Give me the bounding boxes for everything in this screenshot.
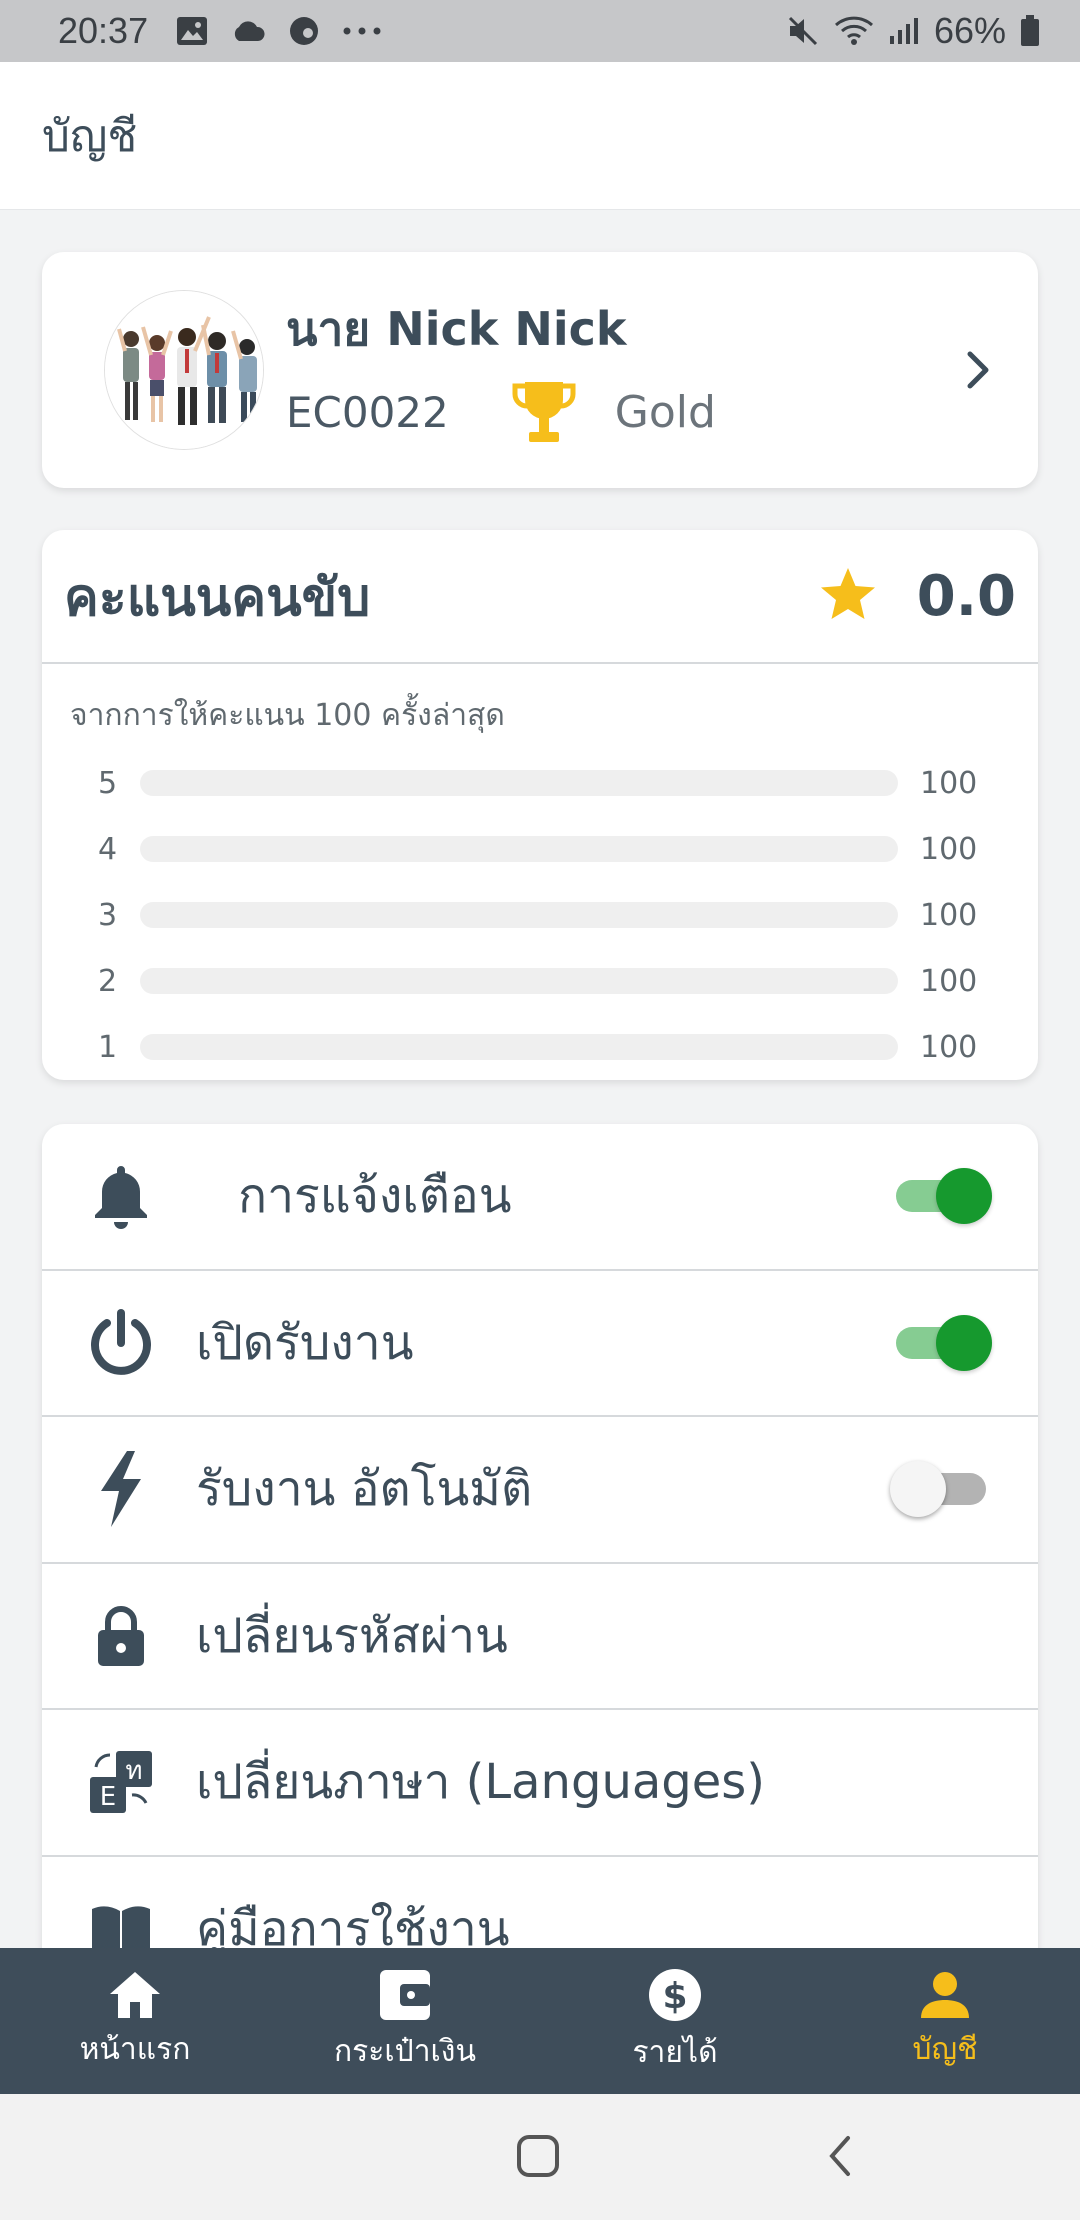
more-dots-icon (343, 27, 381, 35)
profile-meta: EC0022 Gold (286, 378, 958, 448)
nav-label: รายได้ (632, 2034, 718, 2070)
setting-label: รับงาน อัตโนมัติ (196, 1461, 533, 1518)
rating-bar-value: 100 (920, 897, 978, 933)
rating-subtitle: จากการให้คะแนน 100 ครั้งล่าสุด (70, 698, 505, 733)
setting-accept-jobs[interactable]: เปิดรับงาน (42, 1271, 1038, 1417)
trophy-icon (511, 378, 577, 448)
avatar (104, 290, 264, 450)
rating-bar-value: 100 (920, 765, 978, 801)
status-time: 20:37 (58, 10, 149, 51)
rating-bar-label: 3 (98, 897, 118, 933)
rating-score: 0.0 (916, 563, 1016, 629)
home-icon (110, 1971, 160, 2018)
rating-bar-row: 1 100 (42, 1014, 1038, 1080)
wallet-icon (380, 1969, 430, 2020)
system-nav-bar (0, 2094, 1080, 2220)
status-right-icons: 66% (786, 10, 1040, 52)
bottom-nav: หน้าแรก กระเป๋าเงิน $ รายได้ บัญชี (0, 1948, 1080, 2094)
person-icon (921, 1971, 969, 2018)
setting-notifications[interactable]: การแจ้งเตือน (42, 1124, 1038, 1271)
nav-label: กระเป๋าเงิน (334, 2033, 476, 2069)
setting-label: เปิดรับงาน (196, 1314, 414, 1371)
setting-change-password[interactable]: เปลี่ยนรหัสผ่าน (42, 1564, 1038, 1710)
profile-name: นาย Nick Nick (286, 301, 627, 356)
chevron-right-icon[interactable] (958, 340, 998, 400)
svg-text:$: $ (662, 1976, 687, 2017)
app-bar: บัญชี (0, 62, 1080, 210)
rating-bar-value: 100 (920, 831, 978, 867)
status-left-icons (176, 15, 382, 47)
page-title: บัญชี (42, 110, 138, 162)
rating-bar-label: 2 (98, 963, 118, 999)
profile-info: นาย Nick Nick EC0022 Gold (286, 293, 958, 448)
home-square-icon[interactable] (516, 2134, 560, 2182)
nav-income[interactable]: $ รายได้ (540, 1948, 810, 2094)
rating-bar (140, 836, 898, 862)
battery-icon (1021, 15, 1039, 46)
driver-rating-card: คะแนนคนขับ 0.0 จากการให้คะแนน 100 ครั้งล… (42, 530, 1038, 1080)
rating-bar-label: 1 (98, 1029, 118, 1065)
settings-list: การแจ้งเตือน เปิดรับงาน รับงาน อัตโนมัติ… (42, 1124, 1038, 1984)
bell-icon (82, 1157, 160, 1235)
battery-percent: 66% (933, 10, 1006, 51)
app-icon (290, 17, 319, 45)
svg-text:ท: ท (125, 1756, 142, 1786)
lightning-icon (82, 1450, 160, 1528)
nav-wallet[interactable]: กระเป๋าเงิน (270, 1948, 540, 2094)
power-icon (82, 1304, 160, 1382)
setting-change-language[interactable]: ทE เปลี่ยนภาษา (Languages) (42, 1710, 1038, 1857)
back-icon[interactable] (826, 2134, 854, 2182)
signal-icon (889, 18, 918, 44)
rating-bar-value: 100 (920, 963, 978, 999)
wifi-icon (834, 16, 873, 45)
star-icon (819, 566, 877, 626)
rating-bar-row: 4 100 (42, 816, 1038, 882)
setting-label: เปลี่ยนภาษา (Languages) (196, 1754, 766, 1811)
rating-bar (140, 968, 898, 994)
auto-accept-toggle[interactable] (890, 1461, 990, 1518)
rating-bar-row: 2 100 (42, 948, 1038, 1014)
rating-header: คะแนนคนขับ 0.0 (42, 530, 1038, 664)
image-icon (177, 17, 208, 45)
profile-card[interactable]: นาย Nick Nick EC0022 Gold (42, 252, 1038, 488)
nav-label: บัญชี (912, 2031, 978, 2067)
rating-bar-label: 5 (98, 765, 118, 801)
notifications-toggle[interactable] (896, 1168, 992, 1225)
tier-label: Gold (614, 387, 716, 438)
translate-icon: ทE (82, 1743, 160, 1821)
mute-icon (788, 16, 817, 46)
rating-title: คะแนนคนขับ (64, 567, 371, 628)
rating-bar (140, 902, 898, 928)
setting-label: การแจ้งเตือน (238, 1168, 512, 1225)
dollar-icon: $ (649, 1968, 701, 2021)
cloud-icon (234, 21, 265, 41)
rating-bar (140, 1034, 898, 1060)
setting-label: เปลี่ยนรหัสผ่าน (196, 1607, 508, 1664)
rating-bar-row: 5 100 (42, 750, 1038, 816)
nav-account[interactable]: บัญชี (810, 1948, 1080, 2094)
svg-text:E: E (100, 1782, 116, 1812)
setting-auto-accept[interactable]: รับงาน อัตโนมัติ (42, 1417, 1038, 1564)
rating-bar-label: 4 (98, 831, 118, 867)
driver-id: EC0022 (286, 388, 449, 437)
status-bar: 20:37 66% (0, 0, 1080, 62)
nav-label: หน้าแรก (79, 2031, 191, 2067)
lock-icon (82, 1597, 160, 1675)
nav-home[interactable]: หน้าแรก (0, 1948, 270, 2094)
rating-bar-row: 3 100 (42, 882, 1038, 948)
accept-jobs-toggle[interactable] (896, 1314, 992, 1371)
rating-bar (140, 770, 898, 796)
rating-bar-value: 100 (920, 1029, 978, 1065)
